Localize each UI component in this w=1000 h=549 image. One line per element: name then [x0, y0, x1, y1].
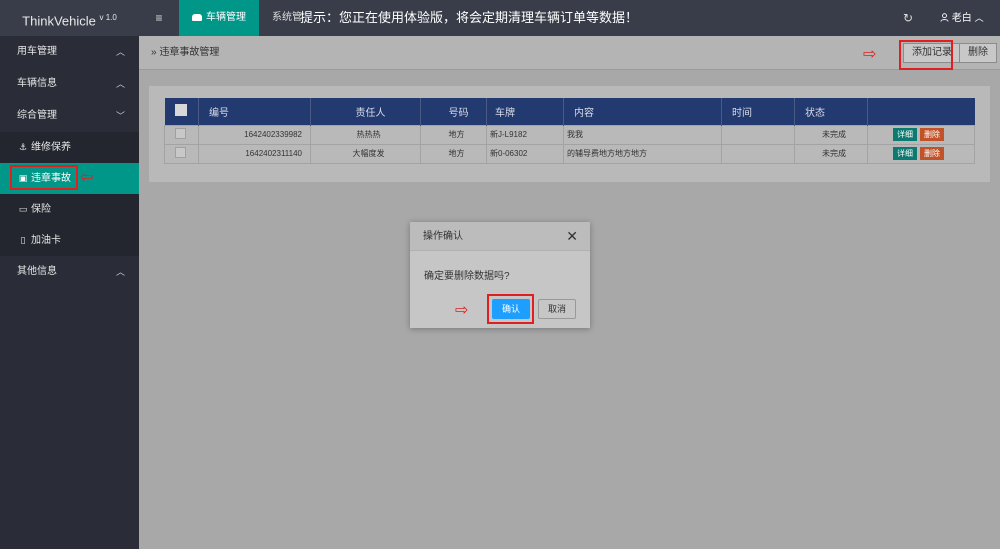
sidebar: 用车管理 ︿ 车辆信息 ︿ 综合管理 ﹀ ⚓ 维修保养 ▣ 违章事故 ▭ 保险 ▯ 加油卡 其…: [0, 36, 139, 549]
cell-person: 热热热: [310, 124, 421, 145]
card-icon: ▭: [18, 204, 28, 214]
annotation-arrow-right-icon: ⇨: [863, 46, 877, 63]
user-name: 老白: [951, 13, 972, 24]
row-select-cell: [164, 124, 199, 145]
cell-actions: 详细 删除: [867, 124, 975, 145]
sidebar-group-label: 其他信息: [17, 266, 57, 277]
cell-actions: 详细 删除: [867, 143, 975, 164]
col-content: 内容: [563, 98, 722, 125]
annotation-box-confirm: [487, 294, 534, 324]
cell-time: [721, 124, 795, 145]
menu-toggle-icon[interactable]: ≡: [140, 0, 178, 36]
table-row: 1642402339982 热热热 地方 新J-L9182 我我 未完成 详细删…: [164, 124, 975, 145]
refresh-icon[interactable]: ↻: [893, 0, 923, 36]
detail-button[interactable]: 详细: [893, 147, 917, 160]
tab-vehicle-management[interactable]: 车辆管理: [179, 0, 259, 36]
detail-button[interactable]: 详细: [893, 128, 917, 141]
cell-id: 1642402339982: [198, 124, 311, 145]
col-plate: 车牌: [486, 98, 564, 125]
sidebar-group-label: 用车管理: [17, 46, 57, 57]
close-icon[interactable]: ✕: [566, 222, 578, 251]
version-label: v 1.0: [99, 13, 117, 22]
chevron-up-icon: ︿: [115, 47, 125, 57]
col-actions: [867, 98, 975, 125]
delete-button[interactable]: 删除: [959, 43, 997, 63]
annotation-box-violation: [10, 165, 78, 190]
sidebar-group-label: 综合管理: [17, 110, 57, 121]
cell-plate: 新0-06302: [486, 143, 564, 164]
brand-name: ThinkVehicle: [22, 13, 96, 29]
col-person: 责任人: [310, 98, 421, 125]
top-bar: ThinkVehicle v 1.0 ≡ 车辆管理 系统管 提示：您正在使用体验…: [0, 0, 1000, 36]
cell-status: 未完成: [794, 143, 868, 164]
dialog-header: 操作确认 ✕: [410, 222, 590, 251]
cell-person: 大幅度发: [310, 143, 421, 164]
annotation-box-add-record: [899, 40, 953, 70]
sidebar-group-general[interactable]: 综合管理 ﹀: [0, 100, 139, 132]
cancel-button[interactable]: 取消: [538, 299, 576, 319]
dialog-title: 操作确认: [423, 231, 463, 242]
sidebar-group-other[interactable]: 其他信息 ︿: [0, 256, 139, 288]
table-row: 1642402311140 大幅度发 地方 新0-06302 的辅导费地方地方地…: [164, 143, 975, 164]
tab-label: 车辆管理: [206, 12, 246, 23]
select-all-checkbox[interactable]: [174, 103, 187, 116]
row-delete-button[interactable]: 删除: [920, 128, 944, 141]
sidebar-group-car-use[interactable]: 用车管理 ︿: [0, 36, 139, 68]
car-icon: [192, 14, 202, 21]
cell-number: 地方: [420, 143, 487, 164]
sidebar-item-maintenance[interactable]: ⚓ 维修保养: [0, 132, 139, 163]
notice-text: 提示：您正在使用体验版，将会定期清理车辆订单等数据！: [300, 10, 639, 25]
sidebar-item-label: 维修保养: [31, 142, 71, 153]
breadcrumb-title: 违章事故管理: [159, 47, 220, 58]
select-all-cell: [164, 98, 199, 125]
cell-content: 的辅导费地方地方地方: [563, 143, 722, 164]
table-header-row: 编号 责任人 号码 车牌 内容 时间 状态: [164, 98, 975, 125]
col-time: 时间: [721, 98, 795, 125]
sidebar-item-label: 保险: [31, 204, 51, 215]
row-checkbox[interactable]: [175, 147, 186, 158]
sidebar-group-label: 车辆信息: [17, 78, 57, 89]
sidebar-item-label: 加油卡: [31, 235, 61, 246]
table-panel: 编号 责任人 号码 车牌 内容 时间 状态 1642402339982 热热热 …: [149, 86, 990, 182]
sidebar-item-insurance[interactable]: ▭ 保险: [0, 194, 139, 225]
col-number: 号码: [420, 98, 487, 125]
dialog-message: 确定要删除数据吗?: [424, 271, 510, 282]
anchor-icon: ⚓: [18, 142, 28, 152]
col-id: 编号: [198, 98, 311, 125]
sidebar-item-fuel-card[interactable]: ▯ 加油卡: [0, 225, 139, 256]
tab-system[interactable]: 系统管: [272, 0, 302, 36]
page-title: » 违章事故管理: [151, 36, 219, 70]
chevron-down-icon: ﹀: [115, 111, 125, 121]
chevron-up-icon: ︿: [115, 267, 125, 277]
cell-content: 我我: [563, 124, 722, 145]
row-select-cell: [164, 143, 199, 164]
brand-logo[interactable]: ThinkVehicle v 1.0: [0, 0, 139, 36]
cell-id: 1642402311140: [198, 143, 311, 164]
sidebar-group-vehicle-info[interactable]: 车辆信息 ︿: [0, 68, 139, 100]
breadcrumb-chevron-icon: »: [151, 47, 157, 58]
cell-number: 地方: [420, 124, 487, 145]
col-status: 状态: [794, 98, 868, 125]
user-menu[interactable]: 老白 ︿: [940, 0, 984, 36]
annotation-arrow-right-icon: ⇨: [455, 302, 469, 319]
file-icon: ▯: [20, 235, 26, 245]
annotation-arrow-left-icon: ⇦: [80, 169, 94, 186]
row-delete-button[interactable]: 删除: [920, 147, 944, 160]
chevron-up-icon: ︿: [115, 79, 125, 89]
cell-plate: 新J-L9182: [486, 124, 564, 145]
violation-table: 编号 责任人 号码 车牌 内容 时间 状态 1642402339982 热热热 …: [164, 98, 975, 164]
chevron-up-icon: ︿: [974, 13, 984, 23]
cell-status: 未完成: [794, 124, 868, 145]
row-checkbox[interactable]: [175, 128, 186, 139]
user-icon: [940, 13, 949, 22]
cell-time: [721, 143, 795, 164]
